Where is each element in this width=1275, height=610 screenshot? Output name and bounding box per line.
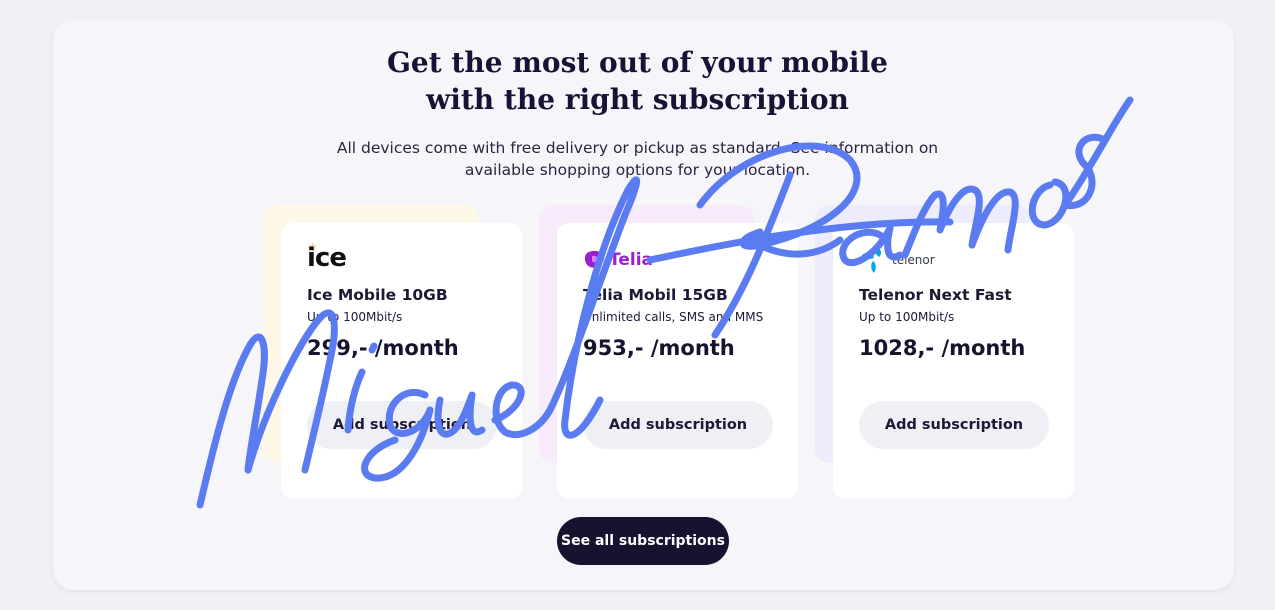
heading-line-1: Get the most out of your mobile (387, 46, 888, 79)
add-subscription-button[interactable]: Add subscription (583, 401, 773, 449)
section-heading: Get the most out of your mobile with the… (0, 44, 1275, 118)
telia-pebble-icon (584, 250, 605, 268)
add-subscription-button[interactable]: Add subscription (307, 401, 497, 449)
plan-card-telenor: telenor Telenor Next Fast Up to 100Mbit/… (833, 223, 1074, 499)
plan-price: 1028,- /month (859, 336, 1026, 360)
plan-name: Ice Mobile 10GB (307, 286, 448, 304)
plan-subtitle: Up to 100Mbit/s (307, 310, 403, 324)
plan-subtitle: Unlimited calls, SMS and MMS (583, 310, 764, 324)
ice-logo-text: ice (307, 243, 347, 273)
plan-name: Telia Mobil 15GB (583, 286, 728, 304)
telia-logo: Telia (583, 243, 653, 277)
ice-logo: ✳ ice (307, 241, 347, 277)
plan-price: 953,- /month (583, 336, 735, 360)
plan-subtitle: Up to 100Mbit/s (859, 310, 955, 324)
heading-line-2: with the right subscription (426, 83, 849, 116)
plan-card-telia: Telia Telia Mobil 15GB Unlimited calls, … (557, 223, 798, 499)
telenor-logo-text: telenor (892, 253, 935, 267)
add-subscription-button[interactable]: Add subscription (859, 401, 1049, 449)
plan-card-ice: ✳ ice Ice Mobile 10GB Up to 100Mbit/s 29… (281, 223, 522, 499)
plan-price: 299,- /month (307, 336, 459, 360)
intro-line-2: available shopping options for your loca… (464, 161, 811, 179)
telia-logo-text: Telia (609, 250, 653, 270)
see-all-subscriptions-button[interactable]: See all subscriptions (557, 517, 729, 565)
section-intro: All devices come with free delivery or p… (0, 137, 1275, 181)
plan-name: Telenor Next Fast (859, 286, 1012, 304)
telenor-logo: telenor (859, 243, 935, 277)
telenor-propeller-icon (862, 247, 882, 273)
intro-line-1: All devices come with free delivery or p… (336, 139, 939, 157)
